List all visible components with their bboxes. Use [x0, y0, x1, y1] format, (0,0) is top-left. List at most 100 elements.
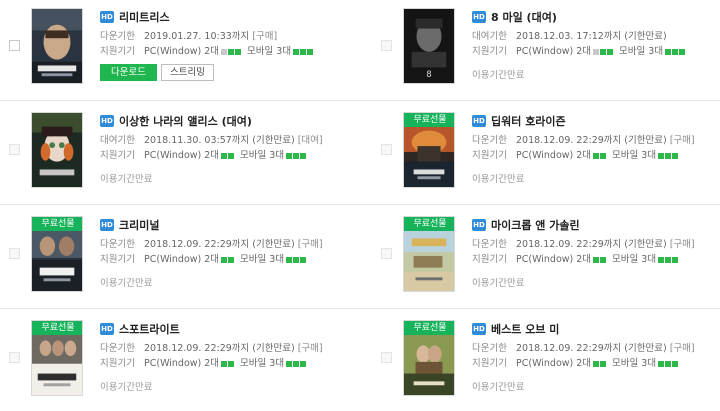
- mobile-device: 모바일 3대: [612, 150, 657, 161]
- free-gift-badge: 무료선물: [32, 217, 82, 231]
- svg-text:8: 8: [426, 70, 431, 80]
- item-title[interactable]: 이상한 나라의 앨리스 (대여): [119, 113, 252, 129]
- limit-label: 다운기한: [472, 239, 507, 250]
- item-checkbox[interactable]: [381, 248, 392, 259]
- expired-status: 이용기간만료: [472, 278, 525, 289]
- item-title[interactable]: 마이크롭 앤 가솔린: [491, 217, 580, 233]
- mobile-usage-indicator: [658, 356, 679, 371]
- microbe-gasoline-poster[interactable]: 무료선물: [403, 216, 455, 292]
- free-gift-badge: 무료선물: [404, 321, 454, 335]
- hd-badge: HD: [100, 114, 114, 127]
- item-checkbox[interactable]: [381, 40, 392, 51]
- expired-status: 이용기간만료: [472, 382, 525, 393]
- item-checkbox[interactable]: [381, 144, 392, 155]
- pc-usage-indicator: [221, 356, 235, 371]
- item-checkbox[interactable]: [381, 352, 392, 363]
- list-item: 무료선물 HD 딥워터 호라이즌 다운기한 2018.12.09. 22:29까지…: [372, 104, 720, 207]
- list-item: HD 이상한 나라의 앨리스 (대여) 대여기한 2018.11.30. 03:5…: [0, 104, 360, 207]
- devices-label: 지원기기: [472, 358, 507, 369]
- devices-label: 지원기기: [472, 150, 507, 161]
- pc-usage-indicator: [221, 252, 235, 267]
- limit-date: 2018.12.09. 22:29까지 (기한만료): [516, 343, 667, 354]
- expired-status: 이용기간만료: [100, 278, 153, 289]
- mobile-usage-indicator: [286, 356, 307, 371]
- list-item: 무료선물 HD 스포트라이트 다운기한 2018.12.09. 22:29까지 (…: [0, 312, 360, 411]
- devices-label: 지원기기: [472, 46, 507, 57]
- expired-status: 이용기간만료: [472, 174, 525, 185]
- 8mile-poster[interactable]: 8: [403, 8, 455, 84]
- pc-device: PC(Window) 2대: [144, 358, 220, 369]
- pc-device: PC(Window) 2대: [144, 150, 220, 161]
- item-checkbox[interactable]: [9, 40, 20, 51]
- purchase-tag: [구매]: [669, 135, 695, 146]
- limit-date: 2018.12.09. 22:29까지 (기한만료): [144, 343, 295, 354]
- mobile-usage-indicator: [658, 252, 679, 267]
- free-gift-badge: 무료선물: [404, 217, 454, 231]
- devices-label: 지원기기: [100, 358, 135, 369]
- hd-badge: HD: [472, 10, 486, 23]
- item-checkbox[interactable]: [9, 248, 20, 259]
- pc-device: PC(Window) 2대: [144, 46, 220, 57]
- pc-device: PC(Window) 2대: [516, 254, 592, 265]
- pc-device: PC(Window) 2대: [144, 254, 220, 265]
- mobile-device: 모바일 3대: [240, 358, 285, 369]
- streaming-button[interactable]: 스트리밍: [160, 64, 214, 81]
- list-item: 8 HD 8 마일 (대여) 대여기한 2018.12.03. 17:12까지 (…: [372, 0, 720, 103]
- item-title[interactable]: 딥워터 호라이즌: [491, 113, 566, 129]
- free-gift-badge: 무료선물: [32, 321, 82, 335]
- hd-badge: HD: [472, 114, 486, 127]
- hd-badge: HD: [472, 322, 486, 335]
- purchase-tag: [구매]: [297, 239, 323, 250]
- hd-badge: HD: [100, 218, 114, 231]
- devices-label: 지원기기: [472, 254, 507, 265]
- limit-label: 다운기한: [100, 239, 135, 250]
- hd-badge: HD: [100, 10, 114, 23]
- purchase-tag: [구매]: [297, 343, 323, 354]
- pc-usage-indicator: [221, 44, 242, 59]
- devices-label: 지원기기: [100, 46, 135, 57]
- deepwater-poster[interactable]: 무료선물: [403, 112, 455, 188]
- criminal-poster[interactable]: 무료선물: [31, 216, 83, 292]
- mobile-device: 모바일 3대: [612, 254, 657, 265]
- download-button[interactable]: 다운로드: [100, 64, 157, 81]
- item-title[interactable]: 리미트리스: [119, 9, 170, 25]
- spotlight-poster[interactable]: 무료선물: [31, 320, 83, 396]
- mobile-device: 모바일 3대: [240, 254, 285, 265]
- mobile-device: 모바일 3대: [240, 150, 285, 161]
- pc-device: PC(Window) 2대: [516, 150, 592, 161]
- item-checkbox[interactable]: [9, 144, 20, 155]
- best-of-me-poster[interactable]: 무료선물: [403, 320, 455, 396]
- list-item: 무료선물 HD 크리미널 다운기한 2018.12.09. 22:29까지 (기한…: [0, 208, 360, 311]
- limit-date: 2018.12.03. 17:12까지 (기한만료): [516, 31, 667, 42]
- limit-date: 2018.12.09. 22:29까지 (기한만료): [516, 239, 667, 250]
- pc-usage-indicator: [221, 148, 235, 163]
- limit-label: 대여기한: [100, 135, 135, 146]
- item-title[interactable]: 크리미널: [119, 217, 159, 233]
- purchase-tag: [구매]: [252, 31, 278, 42]
- item-title[interactable]: 8 마일 (대여): [491, 9, 557, 25]
- mobile-device: 모바일 3대: [612, 358, 657, 369]
- limit-label: 다운기한: [472, 343, 507, 354]
- limit-date: 2018.12.09. 22:29까지 (기한만료): [144, 239, 295, 250]
- limit-label: 다운기한: [100, 343, 135, 354]
- purchase-tag: [구매]: [669, 239, 695, 250]
- pc-usage-indicator: [593, 44, 614, 59]
- expired-status: 이용기간만료: [100, 174, 153, 185]
- pc-device: PC(Window) 2대: [516, 46, 592, 57]
- item-checkbox[interactable]: [9, 352, 20, 363]
- purchase-list: HD 리미트리스 다운기한 2019.01.27. 10:33까지 [구매] 지원…: [0, 0, 720, 411]
- item-title[interactable]: 스포트라이트: [119, 321, 180, 337]
- item-title[interactable]: 베스트 오브 미: [491, 321, 559, 337]
- mobile-device: 모바일 3대: [619, 46, 664, 57]
- devices-label: 지원기기: [100, 254, 135, 265]
- free-gift-badge: 무료선물: [404, 113, 454, 127]
- list-item: HD 리미트리스 다운기한 2019.01.27. 10:33까지 [구매] 지원…: [0, 0, 360, 103]
- mobile-usage-indicator: [286, 252, 307, 267]
- alice-poster[interactable]: [31, 112, 83, 188]
- devices-label: 지원기기: [100, 150, 135, 161]
- expired-status: 이용기간만료: [472, 70, 525, 81]
- limit-date: 2018.12.09. 22:29까지 (기한만료): [516, 135, 667, 146]
- pc-usage-indicator: [593, 252, 607, 267]
- limit-label: 다운기한: [472, 135, 507, 146]
- limitless-poster[interactable]: [31, 8, 83, 84]
